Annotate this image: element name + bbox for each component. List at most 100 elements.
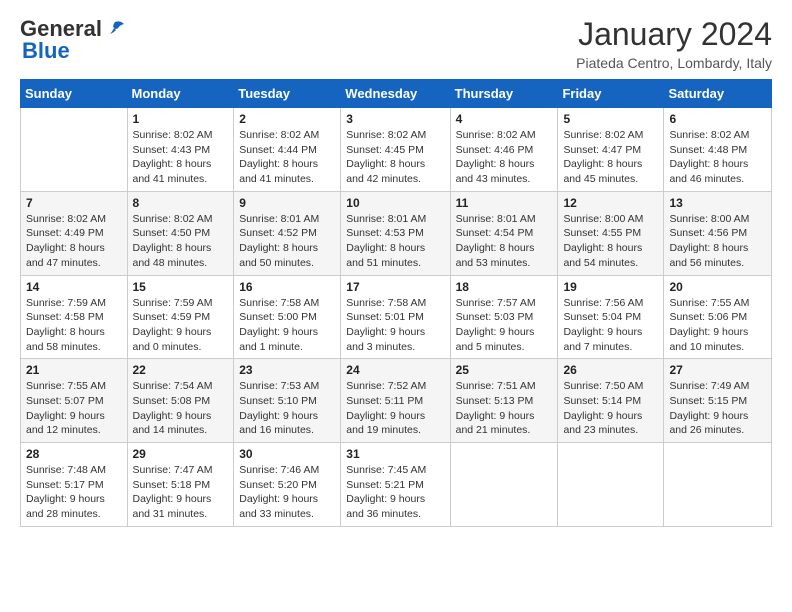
day-number: 17 — [346, 280, 444, 294]
day-info: Sunrise: 8:02 AMSunset: 4:44 PMDaylight:… — [239, 128, 335, 187]
day-number: 11 — [456, 196, 553, 210]
col-wednesday: Wednesday — [341, 80, 450, 108]
day-number: 28 — [26, 447, 122, 461]
day-info: Sunrise: 7:48 AMSunset: 5:17 PMDaylight:… — [26, 463, 122, 522]
table-row — [450, 443, 558, 527]
calendar-week-row: 21Sunrise: 7:55 AMSunset: 5:07 PMDayligh… — [21, 359, 772, 443]
table-row: 6 Sunrise: 8:02 AMSunset: 4:48 PMDaylight… — [664, 108, 772, 192]
day-number: 13 — [669, 196, 766, 210]
day-info: Sunrise: 7:59 AMSunset: 4:58 PMDaylight:… — [26, 296, 122, 355]
day-info: Sunrise: 7:58 AMSunset: 5:01 PMDaylight:… — [346, 296, 444, 355]
day-number: 5 — [563, 112, 658, 126]
table-row: 8 Sunrise: 8:02 AMSunset: 4:50 PMDaylight… — [127, 191, 234, 275]
table-row: 29Sunrise: 7:47 AMSunset: 5:18 PMDayligh… — [127, 443, 234, 527]
day-number: 6 — [669, 112, 766, 126]
calendar-week-row: 14 Sunrise: 7:59 AMSunset: 4:58 PMDayligh… — [21, 275, 772, 359]
location-subtitle: Piateda Centro, Lombardy, Italy — [576, 55, 772, 71]
day-info: Sunrise: 7:56 AMSunset: 5:04 PMDaylight:… — [563, 296, 658, 355]
day-info: Sunrise: 8:01 AMSunset: 4:54 PMDaylight:… — [456, 212, 553, 271]
day-info: Sunrise: 7:51 AMSunset: 5:13 PMDaylight:… — [456, 379, 553, 438]
day-info: Sunrise: 8:00 AMSunset: 4:55 PMDaylight:… — [563, 212, 658, 271]
day-number: 8 — [133, 196, 229, 210]
day-info: Sunrise: 8:02 AMSunset: 4:46 PMDaylight:… — [456, 128, 553, 187]
day-number: 1 — [133, 112, 229, 126]
page: General Blue January 2024 Piateda Centro… — [0, 0, 792, 612]
calendar-week-row: 7Sunrise: 8:02 AMSunset: 4:49 PMDaylight… — [21, 191, 772, 275]
day-info: Sunrise: 8:01 AMSunset: 4:52 PMDaylight:… — [239, 212, 335, 271]
table-row: 4 Sunrise: 8:02 AMSunset: 4:46 PMDaylight… — [450, 108, 558, 192]
day-info: Sunrise: 7:54 AMSunset: 5:08 PMDaylight:… — [133, 379, 229, 438]
table-row: 21Sunrise: 7:55 AMSunset: 5:07 PMDayligh… — [21, 359, 128, 443]
day-number: 9 — [239, 196, 335, 210]
day-info: Sunrise: 7:52 AMSunset: 5:11 PMDaylight:… — [346, 379, 444, 438]
day-number: 4 — [456, 112, 553, 126]
month-title: January 2024 — [576, 16, 772, 53]
col-friday: Friday — [558, 80, 664, 108]
calendar-week-row: 28 Sunrise: 7:48 AMSunset: 5:17 PMDayligh… — [21, 443, 772, 527]
table-row — [558, 443, 664, 527]
day-number: 24 — [346, 363, 444, 377]
calendar-header-row: Sunday Monday Tuesday Wednesday Thursday… — [21, 80, 772, 108]
table-row — [664, 443, 772, 527]
day-number: 10 — [346, 196, 444, 210]
table-row: 3 Sunrise: 8:02 AMSunset: 4:45 PMDaylight… — [341, 108, 450, 192]
day-info: Sunrise: 7:57 AMSunset: 5:03 PMDaylight:… — [456, 296, 553, 355]
day-info: Sunrise: 8:00 AMSunset: 4:56 PMDaylight:… — [669, 212, 766, 271]
logo-blue: Blue — [22, 38, 70, 64]
table-row: 10 Sunrise: 8:01 AMSunset: 4:53 PMDayligh… — [341, 191, 450, 275]
table-row: 1 Sunrise: 8:02 AMSunset: 4:43 PMDaylight… — [127, 108, 234, 192]
logo-bird-icon — [104, 20, 126, 38]
day-number: 25 — [456, 363, 553, 377]
table-row: 31 Sunrise: 7:45 AMSunset: 5:21 PMDayligh… — [341, 443, 450, 527]
day-info: Sunrise: 8:01 AMSunset: 4:53 PMDaylight:… — [346, 212, 444, 271]
table-row: 17 Sunrise: 7:58 AMSunset: 5:01 PMDayligh… — [341, 275, 450, 359]
day-number: 26 — [563, 363, 658, 377]
table-row: 28 Sunrise: 7:48 AMSunset: 5:17 PMDayligh… — [21, 443, 128, 527]
table-row: 22Sunrise: 7:54 AMSunset: 5:08 PMDayligh… — [127, 359, 234, 443]
table-row: 12 Sunrise: 8:00 AMSunset: 4:55 PMDayligh… — [558, 191, 664, 275]
day-number: 12 — [563, 196, 658, 210]
table-row: 9 Sunrise: 8:01 AMSunset: 4:52 PMDaylight… — [234, 191, 341, 275]
table-row: 25 Sunrise: 7:51 AMSunset: 5:13 PMDayligh… — [450, 359, 558, 443]
table-row: 13 Sunrise: 8:00 AMSunset: 4:56 PMDayligh… — [664, 191, 772, 275]
col-saturday: Saturday — [664, 80, 772, 108]
day-info: Sunrise: 7:45 AMSunset: 5:21 PMDaylight:… — [346, 463, 444, 522]
day-number: 14 — [26, 280, 122, 294]
day-number: 2 — [239, 112, 335, 126]
day-number: 19 — [563, 280, 658, 294]
day-info: Sunrise: 8:02 AMSunset: 4:50 PMDaylight:… — [133, 212, 229, 271]
day-info: Sunrise: 8:02 AMSunset: 4:48 PMDaylight:… — [669, 128, 766, 187]
table-row: 23Sunrise: 7:53 AMSunset: 5:10 PMDayligh… — [234, 359, 341, 443]
day-number: 18 — [456, 280, 553, 294]
col-thursday: Thursday — [450, 80, 558, 108]
day-number: 3 — [346, 112, 444, 126]
table-row: 5Sunrise: 8:02 AMSunset: 4:47 PMDaylight… — [558, 108, 664, 192]
day-number: 31 — [346, 447, 444, 461]
day-number: 20 — [669, 280, 766, 294]
col-tuesday: Tuesday — [234, 80, 341, 108]
day-info: Sunrise: 8:02 AMSunset: 4:43 PMDaylight:… — [133, 128, 229, 187]
day-info: Sunrise: 7:58 AMSunset: 5:00 PMDaylight:… — [239, 296, 335, 355]
day-info: Sunrise: 7:49 AMSunset: 5:15 PMDaylight:… — [669, 379, 766, 438]
table-row: 26 Sunrise: 7:50 AMSunset: 5:14 PMDayligh… — [558, 359, 664, 443]
day-number: 30 — [239, 447, 335, 461]
day-number: 29 — [133, 447, 229, 461]
day-info: Sunrise: 7:55 AMSunset: 5:07 PMDaylight:… — [26, 379, 122, 438]
day-info: Sunrise: 8:02 AMSunset: 4:45 PMDaylight:… — [346, 128, 444, 187]
day-number: 27 — [669, 363, 766, 377]
table-row: 11 Sunrise: 8:01 AMSunset: 4:54 PMDayligh… — [450, 191, 558, 275]
day-number: 7 — [26, 196, 122, 210]
calendar-table: Sunday Monday Tuesday Wednesday Thursday… — [20, 79, 772, 527]
col-sunday: Sunday — [21, 80, 128, 108]
table-row: 27 Sunrise: 7:49 AMSunset: 5:15 PMDayligh… — [664, 359, 772, 443]
title-block: January 2024 Piateda Centro, Lombardy, I… — [576, 16, 772, 71]
day-info: Sunrise: 7:50 AMSunset: 5:14 PMDaylight:… — [563, 379, 658, 438]
table-row: 19 Sunrise: 7:56 AMSunset: 5:04 PMDayligh… — [558, 275, 664, 359]
calendar-week-row: 1 Sunrise: 8:02 AMSunset: 4:43 PMDaylight… — [21, 108, 772, 192]
table-row: 24 Sunrise: 7:52 AMSunset: 5:11 PMDayligh… — [341, 359, 450, 443]
day-number: 16 — [239, 280, 335, 294]
day-info: Sunrise: 7:55 AMSunset: 5:06 PMDaylight:… — [669, 296, 766, 355]
table-row — [21, 108, 128, 192]
table-row: 30Sunrise: 7:46 AMSunset: 5:20 PMDayligh… — [234, 443, 341, 527]
col-monday: Monday — [127, 80, 234, 108]
